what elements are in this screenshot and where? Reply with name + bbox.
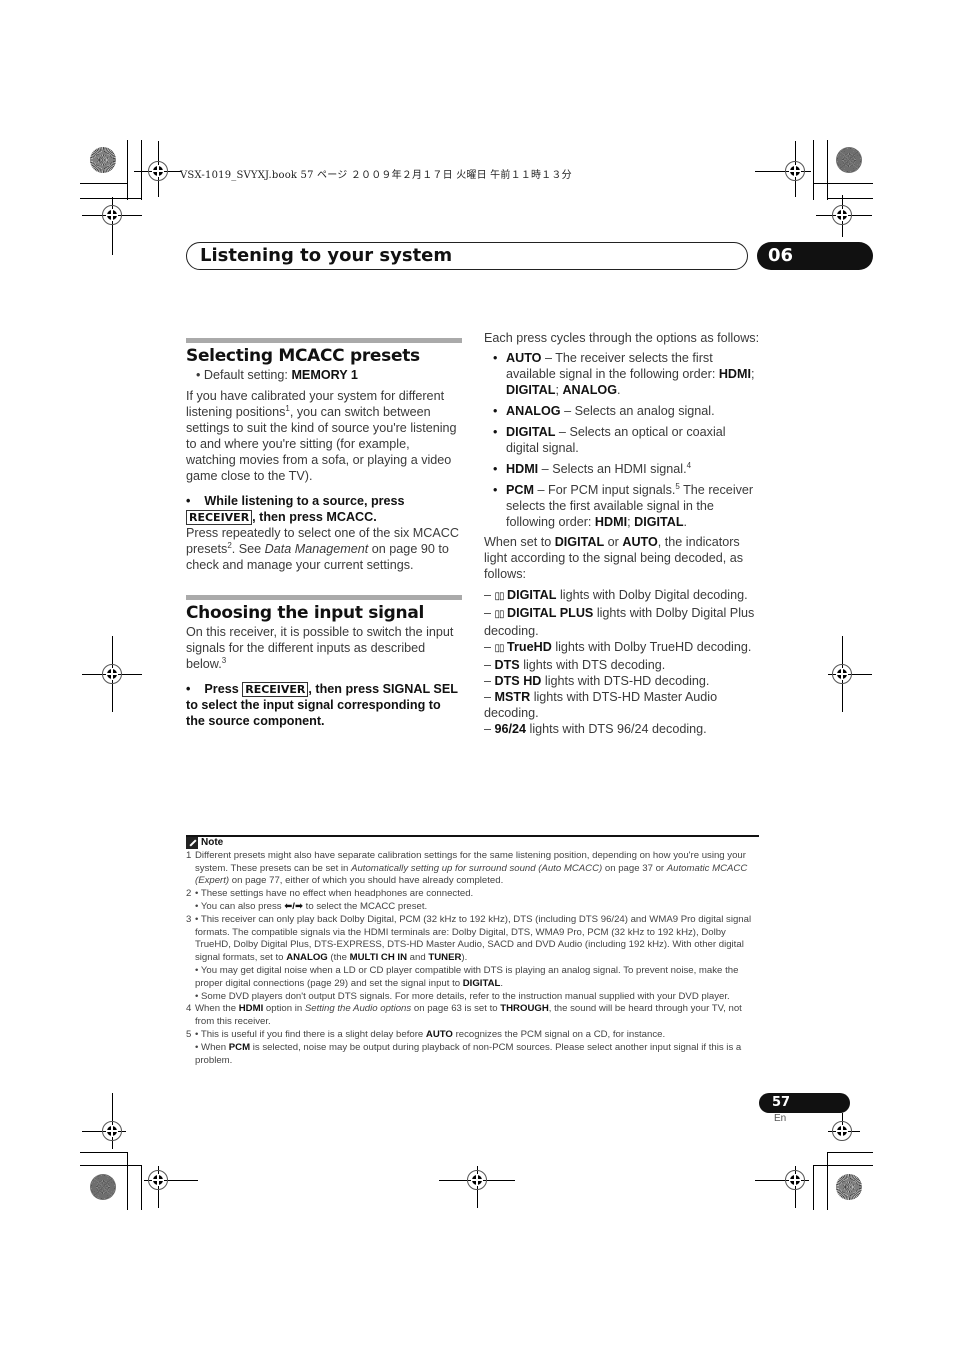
right-column: Each press cycles through the options as… xyxy=(484,330,760,737)
left-column: Selecting MCACC presets • Default settin… xyxy=(186,338,462,729)
footnote-4: 4 When the HDMI option in Setting the Au… xyxy=(186,1003,742,1028)
crop-line xyxy=(80,1165,142,1166)
indicator-item: – ▯▯ DIGITAL lights with Dolby Digital d… xyxy=(484,587,760,605)
cross-reference: Data Management xyxy=(264,542,369,556)
color-target-icon xyxy=(836,147,862,173)
option-analog: ANALOG – Selects an analog signal. xyxy=(484,403,760,419)
option-auto: AUTO – The receiver selects the first av… xyxy=(484,350,760,398)
section-rule xyxy=(186,595,462,600)
instruction: • While listening to a source, press REC… xyxy=(186,494,405,525)
indicator-item: – ▯▯ TrueHD lights with Dolby TrueHD dec… xyxy=(484,639,760,657)
default-value: MEMORY 1 xyxy=(291,368,358,382)
crop-line xyxy=(141,1165,142,1210)
signal-options-list: AUTO – The receiver selects the first av… xyxy=(484,350,760,530)
notes-heading: Note xyxy=(186,837,760,850)
receiver-key: RECEIVER xyxy=(186,510,253,525)
indicator-item: – ▯▯ DIGITAL PLUS lights with Dolby Digi… xyxy=(484,606,755,638)
crop-line xyxy=(127,140,128,200)
crop-line xyxy=(827,198,873,199)
instruction-detail: Press repeatedly to select one of the si… xyxy=(186,526,459,572)
indicator-intro: When set to DIGITAL or AUTO, the indicat… xyxy=(484,535,744,581)
crop-line xyxy=(813,1165,873,1166)
section-paragraph: If you have calibrated your system for d… xyxy=(186,389,457,483)
footnote-3: 3 • This receiver can only play back Dol… xyxy=(186,913,752,1002)
crop-line xyxy=(827,140,828,200)
crop-line xyxy=(813,183,873,184)
section-paragraph: On this receiver, it is possible to swit… xyxy=(186,625,454,671)
crop-line xyxy=(827,1152,828,1210)
section-rule xyxy=(186,338,462,343)
cross-reference: Setting the Audio options xyxy=(304,1003,412,1015)
indicator-item: – 96/24 lights with DTS 96/24 decoding. xyxy=(484,722,707,736)
indicator-list: – ▯▯ DIGITAL lights with Dolby Digital d… xyxy=(484,587,760,737)
option-hdmi: HDMI – Selects an HDMI signal.4 xyxy=(484,461,760,477)
crop-line xyxy=(813,140,814,200)
option-pcm: PCM – For PCM input signals.5 The receiv… xyxy=(484,482,760,530)
cross-reference: Automatically setting up for surround so… xyxy=(351,862,603,874)
section-heading: Selecting MCACC presets xyxy=(186,346,420,366)
crop-line xyxy=(813,1165,814,1210)
indicator-item: – MSTR lights with DTS-HD Master Audio d… xyxy=(484,690,718,720)
chapter-title: Listening to your system xyxy=(200,245,453,266)
color-target-icon xyxy=(836,1174,862,1200)
crop-line xyxy=(80,198,142,199)
color-target-icon xyxy=(90,147,116,173)
note-pencil-icon xyxy=(186,837,198,850)
dolby-logo-icon: ▯▯ xyxy=(494,609,505,620)
dolby-logo-icon: ▯▯ xyxy=(494,591,505,602)
crop-line xyxy=(127,1152,128,1210)
page-number: 57 xyxy=(759,1093,850,1113)
section-heading: Choosing the input signal xyxy=(186,603,425,623)
option-digital: DIGITAL – Selects an optical or coaxial … xyxy=(484,424,760,456)
page-language: En xyxy=(774,1113,787,1124)
print-slug: VSX-1019_SVYXJ.book 57 ページ ２００９年２月１７日 火曜… xyxy=(180,170,572,181)
dolby-logo-icon: ▯▯ xyxy=(494,643,505,654)
crop-line xyxy=(141,140,142,200)
crop-line xyxy=(827,1152,873,1153)
footnote-2: 2 • These settings have no effect when h… xyxy=(186,888,474,912)
indicator-item: – DTS HD lights with DTS-HD decoding. xyxy=(484,674,710,688)
receiver-key: RECEIVER xyxy=(242,682,309,697)
arrow-keys-icon: ⬅/➡ xyxy=(284,900,303,912)
footnote-ref: 4 xyxy=(686,460,692,470)
indicator-item: – DTS lights with DTS decoding. xyxy=(484,658,666,672)
default-setting: • Default setting: MEMORY 1 xyxy=(196,368,358,382)
crop-line xyxy=(80,183,128,184)
chapter-number: 06 xyxy=(757,242,873,270)
footnote-1: 1 Different presets might also have sepa… xyxy=(186,849,748,887)
color-target-icon xyxy=(90,1174,116,1200)
notes-section: Note 1 Different presets might also have… xyxy=(186,837,760,1067)
footnote-5: 5 • This is useful if you find there is … xyxy=(186,1028,742,1066)
footnote-ref: 3 xyxy=(221,655,227,665)
crop-line xyxy=(80,1152,128,1153)
options-intro: Each press cycles through the options as… xyxy=(484,331,760,345)
instruction: • Press RECEIVER, then press SIGNAL SEL … xyxy=(186,682,458,728)
